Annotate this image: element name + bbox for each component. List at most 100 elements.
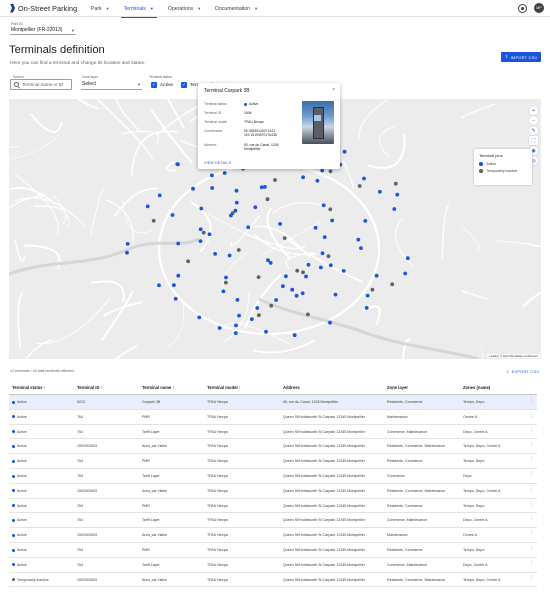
more-options-icon[interactable]: ⋮ xyxy=(529,442,534,447)
active-terminal-pin[interactable] xyxy=(322,235,327,240)
more-options-icon[interactable]: ⋮ xyxy=(529,412,534,417)
app-logo[interactable]: On-Street Parking xyxy=(10,3,77,13)
active-terminal-pin[interactable] xyxy=(362,176,366,181)
active-terminal-pin[interactable] xyxy=(125,250,129,255)
more-options-icon[interactable]: ⋮ xyxy=(529,427,534,432)
inactive-terminal-pin[interactable] xyxy=(306,312,310,317)
active-terminal-pin[interactable] xyxy=(237,313,241,318)
active-terminal-pin[interactable] xyxy=(145,204,150,209)
active-terminal-pin[interactable] xyxy=(217,326,222,330)
nav-terminals[interactable]: Terminals ▼ xyxy=(117,0,161,18)
active-terminal-pin[interactable] xyxy=(292,333,297,338)
nav-documentation[interactable]: Documentation ▼ xyxy=(208,0,265,17)
column-header-id[interactable]: Terminal ID↑ xyxy=(77,385,103,390)
column-header-address[interactable]: Address xyxy=(283,385,300,390)
active-terminal-pin[interactable] xyxy=(284,274,288,279)
active-terminal-pin[interactable] xyxy=(210,173,214,178)
table-row[interactable]: Active 764 PMR TPAU Nexpa Queen St/Holdswort… xyxy=(9,454,537,469)
table-row[interactable]: Active 1502903003 Area_cat Visitor TPAU Nex… xyxy=(9,484,537,499)
more-options-icon[interactable]: ⋮ xyxy=(529,486,534,491)
active-terminal-pin[interactable] xyxy=(300,291,305,296)
column-header-status[interactable]: Terminal status↑ xyxy=(12,385,46,390)
active-terminal-pin[interactable] xyxy=(341,269,346,273)
active-terminal-pin[interactable] xyxy=(356,237,361,242)
inactive-terminal-pin[interactable] xyxy=(328,207,333,212)
inactive-terminal-pin[interactable] xyxy=(201,230,206,235)
more-options-icon[interactable]: ⋮ xyxy=(529,501,534,506)
active-terminal-pin[interactable] xyxy=(176,162,180,167)
inactive-terminal-pin[interactable] xyxy=(257,313,261,318)
inactive-terminal-pin[interactable] xyxy=(269,303,274,308)
active-terminal-pin[interactable] xyxy=(328,263,333,268)
table-row[interactable]: Temporarily inactive 1502903003 Area_cat V… xyxy=(9,573,537,588)
table-row[interactable]: Active 764 Tariff Layer TPAU Nexpa Queen St/… xyxy=(9,469,537,484)
table-row[interactable]: Active 1502903003 Area_cat Visitor TPAU Nex… xyxy=(9,528,537,543)
more-options-icon[interactable]: ⋮ xyxy=(529,398,534,403)
active-terminal-pin[interactable] xyxy=(268,261,273,265)
active-terminal-pin[interactable] xyxy=(330,218,335,223)
view-details-link[interactable]: VIEW DETAILS xyxy=(204,161,231,165)
active-terminal-pin[interactable] xyxy=(321,203,326,208)
nav-operations[interactable]: Operations ▼ xyxy=(161,0,208,17)
active-terminal-pin[interactable] xyxy=(403,271,408,276)
active-terminal-pin[interactable] xyxy=(315,178,320,183)
active-terminal-pin[interactable] xyxy=(173,296,178,301)
table-row[interactable]: Active 764 Tariff Layer TPAU Nexpa Queen St/… xyxy=(9,425,537,440)
map-attribution[interactable]: Leaflet | © OpenStreetMap contributors xyxy=(487,354,540,358)
active-checkbox[interactable]: ✓ Active xyxy=(151,82,173,88)
active-terminal-pin[interactable] xyxy=(224,275,228,280)
inactive-terminal-pin[interactable] xyxy=(186,259,191,264)
park-select[interactable]: Montpellier (FR-22013) ▼ xyxy=(10,26,76,35)
more-options-icon[interactable]: ⋮ xyxy=(529,575,534,580)
active-terminal-pin[interactable] xyxy=(125,242,130,246)
inactive-terminal-pin[interactable] xyxy=(370,287,375,292)
active-terminal-pin[interactable] xyxy=(392,207,397,211)
active-terminal-pin[interactable] xyxy=(365,293,370,298)
table-row[interactable]: Active 764 Tariff Layer TPAU Nexpa Queen St/… xyxy=(9,513,537,529)
active-terminal-pin[interactable] xyxy=(235,298,240,302)
active-terminal-pin[interactable] xyxy=(157,193,162,198)
active-terminal-pin[interactable] xyxy=(229,213,233,218)
column-header-name[interactable]: Terminal name↑ xyxy=(142,385,174,390)
active-terminal-pin[interactable] xyxy=(342,149,347,154)
more-options-icon[interactable]: ⋮ xyxy=(529,471,534,476)
active-terminal-pin[interactable] xyxy=(253,205,258,210)
active-terminal-pin[interactable] xyxy=(198,227,203,232)
active-terminal-pin[interactable] xyxy=(234,200,239,205)
edit-icon[interactable]: ✎ xyxy=(529,126,538,135)
table-row[interactable]: Active 764 PMR TPAU Nexpa Queen St/Holdswort… xyxy=(9,543,537,558)
active-terminal-pin[interactable] xyxy=(198,239,203,244)
active-terminal-pin[interactable] xyxy=(246,225,251,230)
active-terminal-pin[interactable] xyxy=(378,189,382,194)
notifications-icon[interactable] xyxy=(518,3,527,13)
zone-layer-select[interactable]: Select ▼ xyxy=(81,79,142,90)
inactive-terminal-pin[interactable] xyxy=(273,178,277,182)
active-terminal-pin[interactable] xyxy=(210,186,215,190)
active-terminal-pin[interactable] xyxy=(170,213,175,217)
active-terminal-pin[interactable] xyxy=(290,287,295,292)
active-terminal-pin[interactable] xyxy=(255,306,260,310)
inactive-terminal-pin[interactable] xyxy=(357,184,362,188)
table-row[interactable]: Active 5213 Carpark 3B TPAU Nexpa 50, rue du… xyxy=(9,395,537,410)
active-terminal-pin[interactable] xyxy=(274,298,278,302)
inactive-terminal-pin[interactable] xyxy=(224,280,228,285)
active-terminal-pin[interactable] xyxy=(191,186,195,191)
inactive-terminal-pin[interactable] xyxy=(236,248,241,252)
inactive-terminal-pin[interactable] xyxy=(282,236,287,241)
active-terminal-pin[interactable] xyxy=(405,256,410,261)
active-terminal-pin[interactable] xyxy=(364,306,369,310)
active-terminal-pin[interactable] xyxy=(213,252,218,256)
active-terminal-pin[interactable] xyxy=(333,292,338,297)
active-terminal-pin[interactable] xyxy=(221,289,226,294)
search-input[interactable]: Terminal name or ID xyxy=(10,79,72,90)
active-terminal-pin[interactable] xyxy=(197,315,202,320)
nav-park[interactable]: Park ▼ xyxy=(84,0,117,17)
inactive-terminal-pin[interactable] xyxy=(295,268,300,273)
active-terminal-pin[interactable] xyxy=(363,219,368,223)
active-terminal-pin[interactable] xyxy=(266,258,270,263)
active-terminal-pin[interactable] xyxy=(157,283,161,288)
active-terminal-pin[interactable] xyxy=(306,262,311,267)
more-options-icon[interactable]: ⋮ xyxy=(529,457,534,462)
active-terminal-pin[interactable] xyxy=(395,192,400,197)
import-csv-button[interactable]: ⇧ IMPORT CSV xyxy=(501,52,541,62)
